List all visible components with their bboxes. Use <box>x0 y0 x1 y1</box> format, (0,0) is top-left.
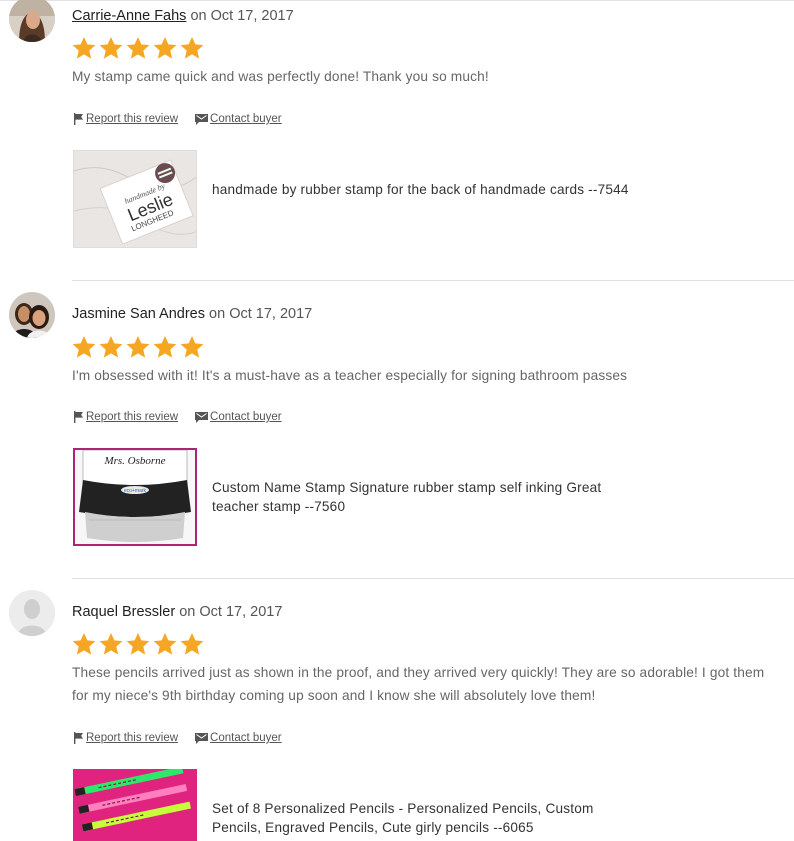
star-rating <box>71 334 205 360</box>
product-thumbnail[interactable] <box>73 769 197 841</box>
star-icon <box>153 632 177 655</box>
product-title-link[interactable]: handmade by rubber stamp for the back of… <box>212 180 632 199</box>
message-icon <box>195 113 209 125</box>
review-actions: Report this review Contact buyer <box>73 113 282 125</box>
review-date: Oct 17, 2017 <box>210 8 294 24</box>
product-title-link[interactable]: Custom Name Stamp Signature rubber stamp… <box>212 478 632 516</box>
star-icon <box>153 36 177 59</box>
star-icon <box>126 335 150 358</box>
reviewer-name[interactable]: Raquel Bressler <box>72 604 175 620</box>
contact-buyer-link[interactable]: Contact buyer <box>195 411 282 423</box>
review-text: These pencils arrived just as shown in t… <box>72 665 765 703</box>
star-icon <box>180 36 204 59</box>
star-rating <box>71 631 205 657</box>
star-icon <box>99 632 123 655</box>
contact-buyer-link[interactable]: Contact buyer <box>195 732 282 744</box>
message-icon <box>195 732 209 744</box>
review-actions: Report this review Contact buyer <box>73 411 282 423</box>
star-icon <box>72 36 96 59</box>
review-divider <box>72 280 794 281</box>
top-border <box>0 0 794 1</box>
report-review-link[interactable]: Report this review <box>73 113 178 125</box>
flag-icon <box>74 411 83 423</box>
flag-icon <box>74 732 83 744</box>
review-header: Carrie-Anne Fahs on Oct 17, 2017 <box>72 8 294 24</box>
message-icon <box>195 411 209 423</box>
review-actions: Report this review Contact buyer <box>73 732 282 744</box>
reviewer-name[interactable]: Jasmine San Andres <box>72 306 205 322</box>
reviewer-name-link[interactable]: Carrie-Anne Fahs <box>72 8 186 24</box>
star-icon <box>99 36 123 59</box>
star-icon <box>153 335 177 358</box>
report-review-label: Report this review <box>86 732 179 744</box>
star-icon <box>180 632 204 655</box>
thumb-text-line1: Mrs. Osborne <box>103 455 165 467</box>
reviewer-avatar[interactable] <box>9 590 55 636</box>
review-divider <box>72 578 794 579</box>
product-thumbnail[interactable]: Mrs. Osborne eco+mark <box>73 448 197 546</box>
report-review-label: Report this review <box>86 411 179 423</box>
star-icon <box>180 335 204 358</box>
contact-buyer-link[interactable]: Contact buyer <box>195 113 282 125</box>
default-user-icon <box>9 590 55 636</box>
report-review-label: Report this review <box>86 113 179 125</box>
review-date: Oct 17, 2017 <box>199 604 283 620</box>
reviewer-avatar[interactable] <box>9 292 55 338</box>
review-text: My stamp came quick and was perfectly do… <box>72 69 489 84</box>
product-title-link[interactable]: Set of 8 Personalized Pencils - Personal… <box>212 799 632 837</box>
reviewer-avatar[interactable] <box>9 0 55 42</box>
review-text: I'm obsessed with it! It's a must-have a… <box>72 368 628 383</box>
review-header: Jasmine San Andres on Oct 17, 2017 <box>72 306 312 322</box>
product-thumbnail[interactable]: handmade by Leslie LONGHEED <box>73 150 197 248</box>
star-rating <box>71 35 205 61</box>
star-icon <box>72 335 96 358</box>
thumb-text-line2: eco+mark <box>124 488 147 494</box>
star-icon <box>99 335 123 358</box>
star-icon <box>126 632 150 655</box>
review-header: Raquel Bressler on Oct 17, 2017 <box>72 604 282 620</box>
contact-buyer-label: Contact buyer <box>210 732 282 744</box>
date-prefix: on <box>190 8 207 24</box>
report-review-link[interactable]: Report this review <box>73 732 178 744</box>
review-date: Oct 17, 2017 <box>229 306 313 322</box>
report-review-link[interactable]: Report this review <box>73 411 178 423</box>
star-icon <box>126 36 150 59</box>
flag-icon <box>74 113 83 125</box>
star-icon <box>72 632 96 655</box>
date-prefix: on <box>179 604 196 620</box>
contact-buyer-label: Contact buyer <box>210 411 282 423</box>
date-prefix: on <box>209 306 226 322</box>
contact-buyer-label: Contact buyer <box>210 113 282 125</box>
